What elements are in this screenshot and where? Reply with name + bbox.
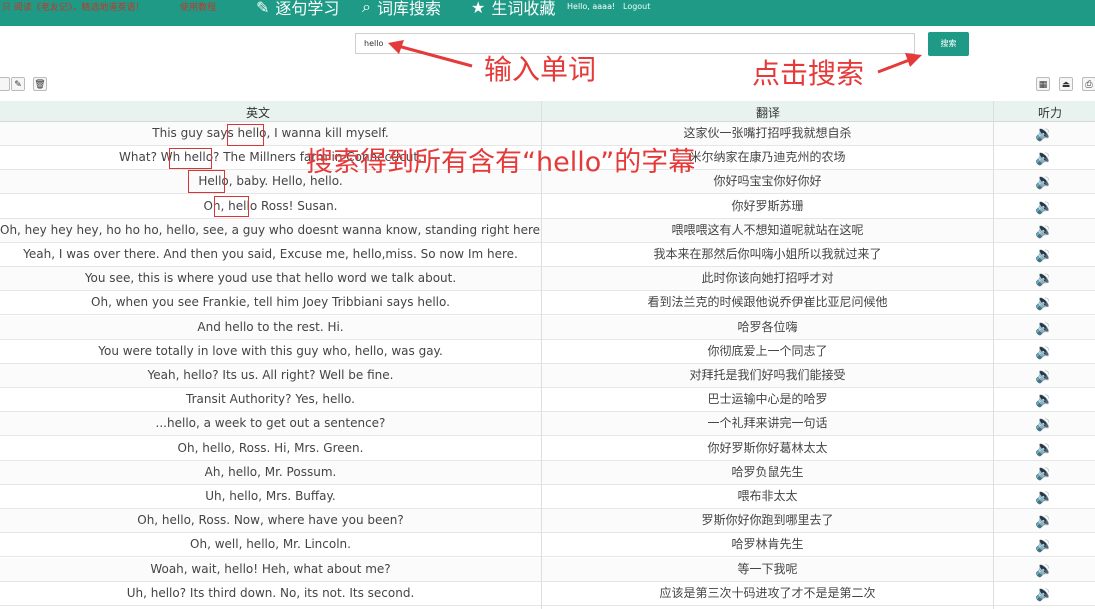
- arrow-to-input: [397, 44, 473, 68]
- arrowhead-icon: [905, 53, 922, 67]
- annotation-arrows: [388, 40, 922, 74]
- arrow-to-button: [877, 57, 913, 74]
